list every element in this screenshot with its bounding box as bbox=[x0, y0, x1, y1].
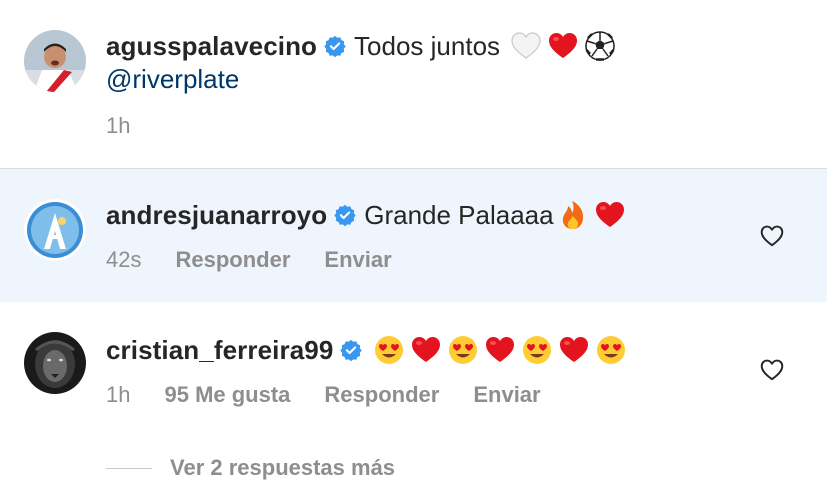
comment-line: agusspalavecino Todos juntos bbox=[106, 30, 616, 62]
red-heart-icon bbox=[558, 334, 590, 366]
comment-time: 42s bbox=[106, 247, 142, 272]
like-heart-icon[interactable] bbox=[759, 223, 785, 249]
avatar[interactable] bbox=[24, 332, 86, 394]
comment-line: cristian_ferreira99 bbox=[106, 334, 627, 366]
white-heart-icon bbox=[510, 30, 542, 62]
view-replies-line bbox=[106, 467, 152, 469]
verified-badge-icon bbox=[334, 204, 356, 226]
send-button[interactable]: Enviar bbox=[473, 382, 540, 408]
comment-text: Grande Palaaaa bbox=[364, 200, 554, 230]
heart-eyes-icon bbox=[595, 334, 627, 366]
comment-meta: 1h 95 Me gusta Responder Enviar bbox=[106, 382, 575, 408]
view-replies-label: Ver 2 respuestas más bbox=[170, 455, 396, 480]
heart-eyes-icon bbox=[521, 334, 553, 366]
verified-badge-icon bbox=[340, 339, 363, 361]
username[interactable]: cristian_ferreira99 bbox=[106, 335, 333, 365]
red-heart-icon bbox=[410, 334, 442, 366]
comment-item: andresjuanarroyo Grande Palaaaa 42s Resp… bbox=[0, 169, 827, 302]
fire-icon bbox=[557, 199, 589, 231]
heart-eyes-icon bbox=[447, 334, 479, 366]
heart-eyes-icon bbox=[373, 334, 405, 366]
username[interactable]: agusspalavecino bbox=[106, 31, 317, 61]
send-button[interactable]: Enviar bbox=[324, 247, 391, 273]
avatar[interactable] bbox=[24, 30, 86, 92]
comment-time: 1h bbox=[106, 382, 131, 407]
reply-button[interactable]: Responder bbox=[175, 247, 290, 273]
comment-meta: 1h bbox=[106, 113, 164, 139]
red-heart-icon bbox=[547, 30, 579, 62]
soccer-ball-icon bbox=[584, 30, 616, 62]
verified-badge-icon bbox=[324, 35, 346, 57]
caption-comment: agusspalavecino Todos juntos @riverplate… bbox=[0, 0, 827, 168]
like-heart-icon[interactable] bbox=[759, 357, 785, 383]
view-replies-button[interactable]: Ver 2 respuestas más bbox=[106, 455, 395, 481]
avatar[interactable] bbox=[24, 199, 86, 261]
comment-meta: 42s Responder Enviar bbox=[106, 247, 426, 273]
red-heart-icon bbox=[594, 199, 626, 231]
username[interactable]: andresjuanarroyo bbox=[106, 200, 327, 230]
red-heart-icon bbox=[484, 334, 516, 366]
reply-button[interactable]: Responder bbox=[324, 382, 439, 408]
likes-count[interactable]: 95 Me gusta bbox=[164, 382, 290, 408]
comment-time: 1h bbox=[106, 113, 131, 138]
comment-text: Todos juntos bbox=[354, 31, 501, 61]
mention-link[interactable]: @riverplate bbox=[106, 64, 239, 94]
comment-line: andresjuanarroyo Grande Palaaaa bbox=[106, 199, 626, 231]
